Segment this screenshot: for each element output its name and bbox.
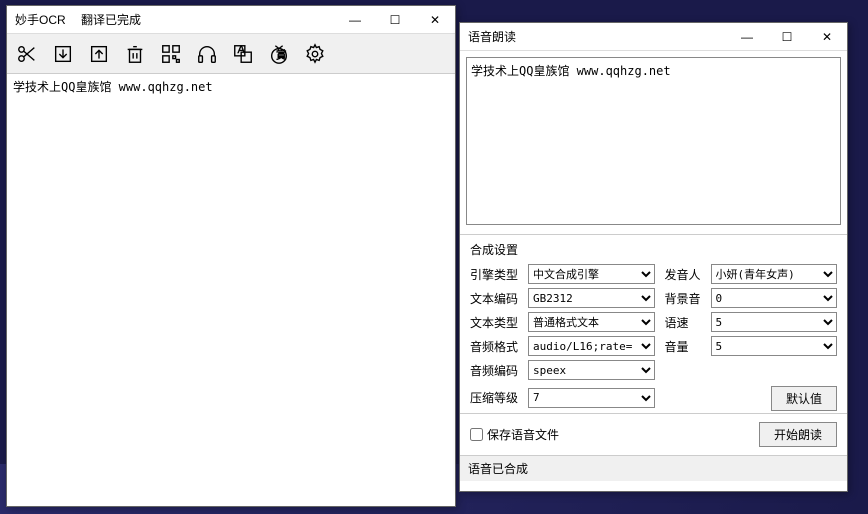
ocr-app-name: 妙手OCR <box>15 13 66 27</box>
ocr-text-area[interactable] <box>7 74 455 506</box>
speed-select[interactable]: 5 <box>711 312 837 332</box>
tts-text-area[interactable] <box>466 57 841 225</box>
close-button[interactable]: ✕ <box>415 6 455 33</box>
bottom-row: 保存语音文件 开始朗读 <box>460 413 847 455</box>
ocr-window: 妙手OCR 翻译已完成 — ☐ ✕ A 賞 <box>6 5 456 507</box>
reward-icon[interactable]: 賞 <box>265 40 293 68</box>
save-checkbox-wrap[interactable]: 保存语音文件 <box>470 426 559 443</box>
start-read-button[interactable]: 开始朗读 <box>759 422 837 447</box>
tts-statusbar: 语音已合成 <box>460 455 847 481</box>
scissors-icon[interactable] <box>13 40 41 68</box>
settings-icon[interactable] <box>301 40 329 68</box>
texttype-label: 文本类型 <box>470 314 518 331</box>
minimize-button[interactable]: — <box>335 6 375 33</box>
volume-select[interactable]: 5 <box>711 336 837 356</box>
qrcode-icon[interactable] <box>157 40 185 68</box>
audiofmt-label: 音频格式 <box>470 338 518 355</box>
svg-text:賞: 賞 <box>276 48 287 61</box>
texttype-select[interactable]: 普通格式文本 <box>528 312 654 332</box>
ocr-toolbar: A 賞 <box>7 34 455 74</box>
maximize-button[interactable]: ☐ <box>767 23 807 50</box>
audiofmt-select[interactable]: audio/L16;rate= <box>528 336 654 356</box>
ocr-status-text: 翻译已完成 <box>81 13 141 27</box>
engine-label: 引擎类型 <box>470 266 518 283</box>
save-checkbox-label: 保存语音文件 <box>487 426 559 443</box>
download-icon[interactable] <box>49 40 77 68</box>
ocr-title: 妙手OCR 翻译已完成 <box>7 11 335 28</box>
bgsound-select[interactable]: 0 <box>711 288 837 308</box>
delete-icon[interactable] <box>121 40 149 68</box>
volume-label: 音量 <box>665 338 701 355</box>
bgsound-label: 背景音 <box>665 290 701 307</box>
default-button[interactable]: 默认值 <box>771 386 837 411</box>
minimize-button[interactable]: — <box>727 23 767 50</box>
voice-select[interactable]: 小妍(青年女声) <box>711 264 837 284</box>
export-icon[interactable] <box>85 40 113 68</box>
maximize-button[interactable]: ☐ <box>375 6 415 33</box>
settings-title: 合成设置 <box>470 241 837 258</box>
audioenc-select[interactable]: speex <box>528 360 654 380</box>
tts-title: 语音朗读 <box>460 28 727 45</box>
compress-select[interactable]: 7 <box>528 388 654 408</box>
engine-select[interactable]: 中文合成引擎 <box>528 264 654 284</box>
close-button[interactable]: ✕ <box>807 23 847 50</box>
compress-label: 压缩等级 <box>470 389 518 406</box>
settings-panel: 合成设置 引擎类型 中文合成引擎 发音人 小妍(青年女声) 文本编码 GB231… <box>460 234 847 413</box>
tts-titlebar[interactable]: 语音朗读 — ☐ ✕ <box>460 23 847 51</box>
encoding-label: 文本编码 <box>470 290 518 307</box>
translate-icon[interactable]: A <box>229 40 257 68</box>
svg-text:A: A <box>238 44 246 56</box>
speed-label: 语速 <box>665 314 701 331</box>
encoding-select[interactable]: GB2312 <box>528 288 654 308</box>
tts-window: 语音朗读 — ☐ ✕ 合成设置 引擎类型 中文合成引擎 发音人 小妍(青年女声)… <box>459 22 848 492</box>
voice-label: 发音人 <box>665 266 701 283</box>
save-checkbox[interactable] <box>470 428 483 441</box>
headphones-icon[interactable] <box>193 40 221 68</box>
audioenc-label: 音频编码 <box>470 362 518 379</box>
ocr-titlebar[interactable]: 妙手OCR 翻译已完成 — ☐ ✕ <box>7 6 455 34</box>
